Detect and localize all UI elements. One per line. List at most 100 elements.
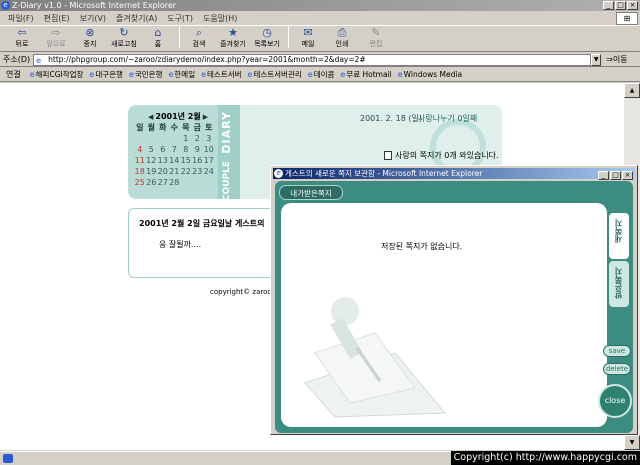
- edit-button[interactable]: ✎ 편집: [360, 26, 392, 49]
- refresh-button[interactable]: ↻ 새로고침: [108, 26, 140, 49]
- calendar-day[interactable]: 26: [146, 178, 158, 187]
- link-item[interactable]: e 대구은행: [89, 69, 123, 80]
- calendar-day[interactable]: 5: [146, 145, 158, 154]
- calendar-grid: 일 월 화 수 목 금 토 1 2 3 4 5 6 7 8 9 10 11 12 13 14 15 16 17 18 19 20 21…: [134, 122, 222, 188]
- received-note-tab[interactable]: 받은쪽지: [609, 261, 629, 307]
- calendar-day[interactable]: 7: [169, 145, 181, 154]
- address-dropdown-button[interactable]: ▼: [591, 53, 602, 66]
- received-note-tab-label: 받은쪽지: [614, 267, 623, 299]
- calendar-day[interactable]: 25: [134, 178, 146, 187]
- home-button[interactable]: ⌂ 홈: [142, 26, 174, 49]
- calendar-day[interactable]: 16: [192, 156, 204, 165]
- scroll-up-button[interactable]: ▲: [624, 83, 640, 98]
- toolbar: ⇦ 뒤로 ⇨ 앞으로 ⊗ 중지 ↻ 새로고침 ⌂ 홈 ⌕ 검색 ★ 즐겨찾기 ◷ 목록보기 ✉ 메…: [0, 26, 640, 52]
- calendar-day[interactable]: 15: [180, 156, 192, 165]
- toolbar-separator: [179, 26, 180, 48]
- calendar-day[interactable]: 4: [134, 145, 146, 154]
- calendar-day[interactable]: 13: [157, 156, 169, 165]
- go-button[interactable]: ⇒이동: [606, 54, 627, 65]
- stop-button[interactable]: ⊗ 중지: [74, 26, 106, 49]
- pushpin-illustration: [304, 297, 447, 418]
- next-month-icon[interactable]: ▶: [203, 113, 208, 121]
- diary-logo-text: DIARY: [220, 111, 233, 154]
- calendar-day[interactable]: 1: [180, 134, 192, 143]
- print-button[interactable]: ⎙ 인쇄: [326, 26, 358, 49]
- ie-link-icon: e: [247, 70, 253, 79]
- calendar-weekday-row: 일월화수목금토: [134, 122, 222, 133]
- calendar-week-row: 18 19 20 21 22 23 24: [134, 166, 222, 177]
- calendar-day[interactable]: 8: [180, 145, 192, 154]
- forward-button[interactable]: ⇨ 앞으로: [40, 26, 72, 49]
- menu-view[interactable]: 보기(V): [80, 13, 106, 24]
- calendar-day[interactable]: 22: [180, 167, 192, 176]
- search-button[interactable]: ⌕ 검색: [183, 26, 215, 49]
- calendar-weekday: 수: [170, 123, 178, 132]
- calendar-day[interactable]: 19: [146, 167, 158, 176]
- save-button[interactable]: save: [603, 345, 631, 357]
- maximize-button[interactable]: □: [615, 1, 626, 10]
- new-note-tab[interactable]: 새쪽지: [609, 213, 629, 259]
- back-button[interactable]: ⇦ 뒤로: [6, 26, 38, 49]
- calendar-day[interactable]: 3: [203, 134, 215, 143]
- received-notes-tab[interactable]: 내가받은쪽지: [279, 185, 343, 200]
- popup-close-button[interactable]: close: [598, 384, 632, 418]
- ie-icon: e: [274, 169, 283, 178]
- calendar-day[interactable]: 17: [203, 156, 215, 165]
- calendar-day[interactable]: 27: [157, 178, 169, 187]
- menu-tools[interactable]: 도구(T): [167, 13, 193, 24]
- popup-close-window-button[interactable]: ×: [622, 171, 633, 180]
- link-item[interactable]: e 데이콤: [308, 69, 335, 80]
- page-status-icon: [3, 454, 13, 463]
- prev-month-icon[interactable]: ◀: [148, 113, 153, 121]
- calendar-day[interactable]: 18: [134, 167, 146, 176]
- mail-button[interactable]: ✉ 메일: [292, 26, 324, 49]
- back-arrow-icon: ⇦: [17, 26, 27, 39]
- link-item[interactable]: e 한메일: [168, 69, 195, 80]
- calendar-day[interactable]: 14: [169, 156, 181, 165]
- calendar-day[interactable]: 9: [192, 145, 204, 154]
- link-item[interactable]: e 국민은행: [129, 69, 163, 80]
- calendar-day[interactable]: 20: [157, 167, 169, 176]
- links-label: 연결: [6, 70, 21, 79]
- menu-edit[interactable]: 편집(E): [44, 13, 70, 24]
- calendar-day[interactable]: 6: [157, 145, 169, 154]
- calendar-day[interactable]: 28: [169, 178, 181, 187]
- calendar-day[interactable]: 21: [169, 167, 181, 176]
- love-note-text: 사랑의 쪽지가 0개 와있습니다.: [395, 151, 499, 160]
- address-bar: 주소(D) e http://phpgroup.com/~zaroo/zdiar…: [0, 53, 640, 67]
- link-item[interactable]: e 무료 Hotmail: [340, 69, 391, 80]
- link-item[interactable]: e 해피CGI작업장: [30, 69, 84, 80]
- menu-favorites[interactable]: 즐겨찾기(A): [116, 13, 157, 24]
- love-note-message[interactable]: 사랑의 쪽지가 0개 와있습니다.: [384, 150, 499, 161]
- history-button[interactable]: ◷ 목록보기: [251, 26, 283, 49]
- minimize-button[interactable]: _: [603, 1, 614, 10]
- calendar-weekday: 화: [159, 123, 167, 132]
- scroll-down-button[interactable]: ▼: [624, 435, 640, 450]
- popup-minimize-button[interactable]: _: [598, 171, 609, 180]
- popup-title: 게스트의 새로운 쪽지 보관함 - Microsoft Internet Exp…: [285, 169, 483, 178]
- delete-button[interactable]: delete: [603, 363, 631, 375]
- calendar-day[interactable]: 24: [203, 167, 215, 176]
- favorites-icon: ★: [228, 26, 238, 39]
- link-item[interactable]: e 테스트서버: [201, 69, 241, 80]
- forward-arrow-icon: ⇨: [51, 26, 61, 39]
- menu-file[interactable]: 파일(F): [8, 13, 34, 24]
- calendar-day[interactable]: 11: [134, 156, 146, 165]
- close-window-button[interactable]: ×: [627, 1, 638, 10]
- calendar-day[interactable]: 2: [192, 134, 204, 143]
- calendar-day[interactable]: 10: [203, 145, 215, 154]
- ie-link-icon: e: [397, 70, 403, 79]
- popup-maximize-button[interactable]: □: [610, 171, 621, 180]
- calendar-day[interactable]: 23: [192, 167, 204, 176]
- ie-link-icon: e: [307, 70, 313, 79]
- link-item[interactable]: e Windows Media: [398, 70, 462, 79]
- menu-help[interactable]: 도움말(H): [203, 13, 237, 24]
- link-item[interactable]: e 테스트서버관리: [248, 69, 302, 80]
- link-label: 국민은행: [134, 70, 163, 79]
- window-title-bar: e Z-Diary v1.0 - Microsoft Internet Expl…: [0, 0, 640, 11]
- calendar-day[interactable]: 12: [146, 156, 158, 165]
- search-icon: ⌕: [195, 26, 203, 39]
- windows-logo: ⊞: [616, 12, 638, 25]
- favorites-button[interactable]: ★ 즐겨찾기: [217, 26, 249, 49]
- address-input[interactable]: e http://phpgroup.com/~zaroo/zdiarydemo/…: [33, 53, 592, 66]
